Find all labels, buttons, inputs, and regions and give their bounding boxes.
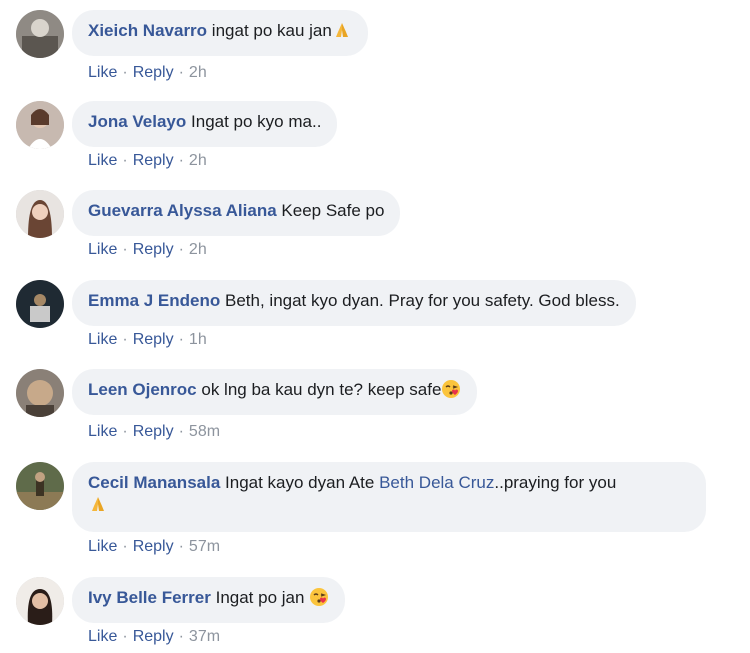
like-link[interactable]: Like [88, 241, 117, 258]
reply-link[interactable]: Reply [133, 628, 174, 645]
comment-timestamp[interactable]: 2h [189, 152, 207, 169]
comment-author-link[interactable]: Xieich Navarro [88, 21, 207, 40]
reply-link[interactable]: Reply [133, 241, 174, 258]
comment-timestamp[interactable]: 2h [189, 64, 207, 81]
like-link[interactable]: Like [88, 331, 117, 348]
avatar[interactable] [16, 190, 64, 238]
comment-text: Beth, ingat kyo dyan. Pray for you safet… [225, 291, 620, 310]
avatar[interactable] [16, 369, 64, 417]
avatar[interactable] [16, 280, 64, 328]
reply-link[interactable]: Reply [133, 423, 174, 440]
avatar[interactable] [16, 10, 64, 58]
comment-actions: Like · Reply · 58m [88, 423, 221, 440]
comment-actions: Like · Reply · 2h [88, 64, 207, 81]
avatar[interactable] [16, 462, 64, 510]
comment-bubble: Emma J Endeno Beth, ingat kyo dyan. Pray… [72, 280, 636, 326]
comment-author-link[interactable]: Ivy Belle Ferrer [88, 588, 211, 607]
like-link[interactable]: Like [88, 64, 117, 81]
comment-timestamp[interactable]: 1h [189, 331, 207, 348]
comment-actions: Like · Reply · 1h [88, 331, 207, 348]
comment-text: ..praying for you [494, 473, 617, 492]
comment-actions: Like · Reply · 2h [88, 152, 207, 169]
comment-bubble: Cecil Manansala Ingat kayo dyan Ate Beth… [72, 462, 706, 532]
comment-author-link[interactable]: Leen Ojenroc [88, 380, 197, 399]
like-link[interactable]: Like [88, 538, 117, 555]
mention-link[interactable]: Beth Dela Cruz [379, 473, 494, 492]
comment-author-link[interactable]: Guevarra Alyssa Aliana [88, 201, 277, 220]
folded-hands-icon [92, 497, 104, 511]
comment-actions: Like · Reply · 57m [88, 538, 221, 555]
avatar[interactable] [16, 101, 64, 149]
avatar[interactable] [16, 577, 64, 625]
like-link[interactable]: Like [88, 152, 117, 169]
reply-link[interactable]: Reply [133, 64, 174, 81]
comment-bubble: Ivy Belle Ferrer Ingat po jan [72, 577, 346, 623]
face-blowing-kiss-icon [442, 380, 461, 398]
comment-text: ingat po kau jan [211, 21, 332, 40]
comment-text: Keep Safe po [281, 201, 385, 220]
comment-text: Ingat kayo dyan Ate [225, 473, 375, 492]
comment-actions: Like · Reply · 2h [88, 241, 207, 258]
like-link[interactable]: Like [88, 628, 117, 645]
comment-text: Ingat po kyo ma.. [191, 112, 322, 131]
comment-bubble: Guevarra Alyssa Aliana Keep Safe po [72, 190, 401, 236]
like-link[interactable]: Like [88, 423, 117, 440]
reply-link[interactable]: Reply [133, 331, 174, 348]
comment-timestamp[interactable]: 2h [189, 241, 207, 258]
folded-hands-icon [335, 23, 348, 37]
comment-timestamp[interactable]: 58m [189, 423, 220, 440]
comment-actions: Like · Reply · 37m [88, 628, 221, 645]
reply-link[interactable]: Reply [133, 538, 174, 555]
comment-author-link[interactable]: Cecil Manansala [88, 473, 220, 492]
comment-text: Ingat po jan [215, 588, 305, 607]
comment-author-link[interactable]: Emma J Endeno [88, 291, 220, 310]
comment-timestamp[interactable]: 57m [189, 538, 220, 555]
face-blowing-kiss-icon [310, 588, 329, 606]
comment-text: ok lng ba kau dyn te? keep safe [201, 380, 442, 399]
comment-timestamp[interactable]: 37m [189, 628, 220, 645]
reply-link[interactable]: Reply [133, 152, 174, 169]
comment-author-link[interactable]: Jona Velayo [88, 112, 186, 131]
comment-bubble: Jona Velayo Ingat po kyo ma.. [72, 101, 338, 147]
comment-bubble: Leen Ojenroc ok lng ba kau dyn te? keep … [72, 369, 478, 415]
comment-bubble: Xieich Navarro ingat po kau jan [72, 10, 368, 56]
